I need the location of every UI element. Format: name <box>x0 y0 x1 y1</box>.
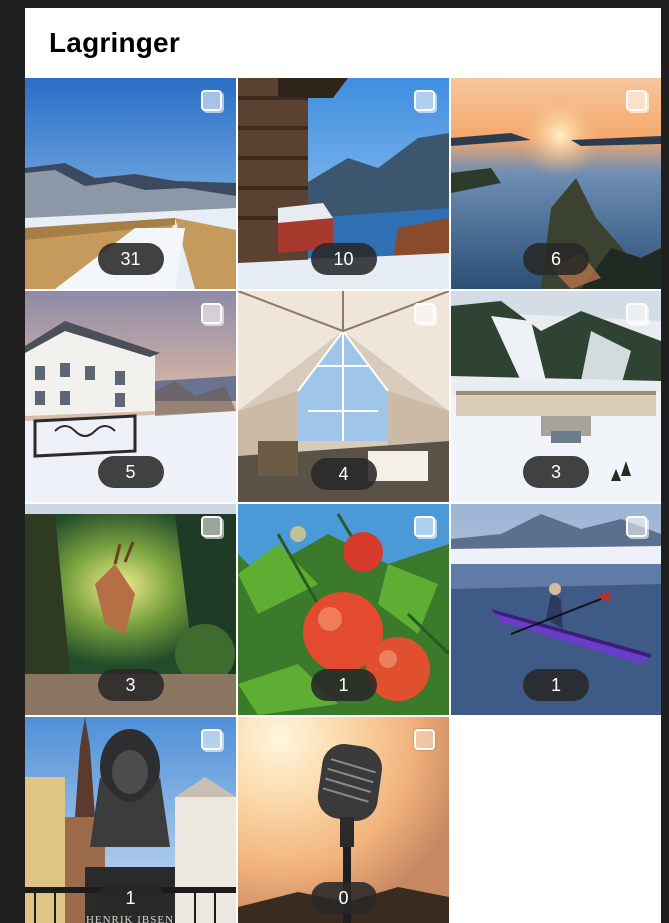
item-count-badge: 3 <box>523 456 589 488</box>
page-header: Lagringer <box>25 8 661 78</box>
select-checkbox[interactable] <box>414 90 435 111</box>
collection-tile[interactable]: HENRIK IBSEN 1 <box>25 717 236 923</box>
select-checkbox[interactable] <box>201 729 222 750</box>
item-count-badge: 1 <box>310 669 377 701</box>
collection-tile[interactable]: 1 <box>451 504 661 715</box>
collection-tile[interactable]: 31 <box>25 78 236 289</box>
collection-tile[interactable]: 3 <box>451 291 661 502</box>
page-title: Lagringer <box>49 27 180 58</box>
collection-tile[interactable]: 0 <box>238 717 449 923</box>
select-checkbox[interactable] <box>626 303 647 324</box>
item-count-badge: 0 <box>310 882 377 914</box>
collection-tile[interactable]: 1 <box>238 504 449 715</box>
select-checkbox[interactable] <box>626 516 647 537</box>
item-count-badge: 6 <box>523 243 589 275</box>
item-count-badge: 1 <box>97 882 164 914</box>
select-checkbox[interactable] <box>414 729 435 750</box>
item-count-badge: 10 <box>310 243 377 275</box>
item-count-badge: 1 <box>523 669 589 701</box>
select-checkbox[interactable] <box>201 516 222 537</box>
item-count-badge: 5 <box>97 456 164 488</box>
select-checkbox[interactable] <box>626 90 647 111</box>
collection-tile[interactable]: 5 <box>25 291 236 502</box>
collections-grid: 31 10 6 5 4 3 3 1 1 HENRIK IBSEN 1 0 <box>25 78 661 923</box>
statue-inscription: HENRIK IBSEN <box>86 914 174 923</box>
item-count-badge: 3 <box>97 669 164 701</box>
select-checkbox[interactable] <box>414 303 435 324</box>
select-checkbox[interactable] <box>414 516 435 537</box>
saved-collections-panel: Lagringer 31 10 6 5 4 3 3 1 1 HENRIK IBS… <box>25 8 661 923</box>
item-count-badge: 31 <box>97 243 164 275</box>
collection-tile[interactable]: 3 <box>25 504 236 715</box>
item-count-badge: 4 <box>310 458 377 490</box>
collection-tile[interactable]: 6 <box>451 78 661 289</box>
collection-tile[interactable]: 10 <box>238 78 449 289</box>
collection-tile[interactable]: 4 <box>238 291 449 502</box>
select-checkbox[interactable] <box>201 90 222 111</box>
select-checkbox[interactable] <box>201 303 222 324</box>
